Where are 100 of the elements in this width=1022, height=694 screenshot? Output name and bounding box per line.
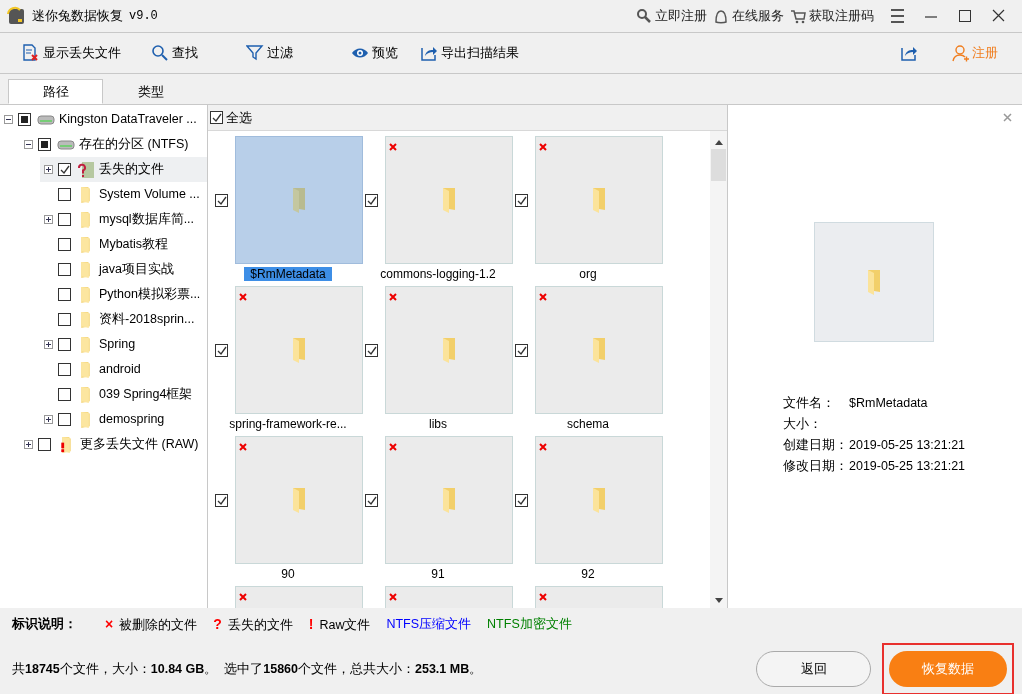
expand-icon[interactable] [44,165,53,174]
folder-icon [81,285,91,304]
checkbox[interactable] [58,238,71,251]
checkbox[interactable] [210,111,223,124]
scroll-up-icon[interactable] [714,139,723,145]
checkbox[interactable] [38,438,51,451]
checkbox[interactable] [215,493,228,507]
folder-icon [81,210,91,229]
checkbox[interactable] [215,343,228,357]
legend-label: NTFS压缩文件 [386,616,472,631]
folder-icon [590,337,608,363]
back-button[interactable]: 返回 [756,651,871,687]
checkbox[interactable] [515,343,528,357]
folder-icon [290,187,308,213]
expand-icon[interactable] [44,215,53,224]
tree-item-label[interactable]: 丢失的文件 [99,160,164,179]
checkbox[interactable] [365,493,378,507]
tree-item-label[interactable]: demospring [99,410,165,429]
tree-item-label[interactable]: 资料-2018sprin... [99,310,195,329]
tab[interactable]: 路径 [8,79,103,104]
folder-icon [81,310,91,329]
file-name: libs [428,417,448,431]
tree-item-label[interactable]: Python模拟彩票... [99,285,201,304]
toolbar-button[interactable]: 导出扫描结果 [416,41,523,65]
tree-item-label[interactable]: 更多丢失文件 (RAW) [80,435,199,454]
file-thumbnail[interactable] [235,136,363,264]
filter-icon [246,44,264,62]
tree-item-label[interactable]: android [99,360,141,379]
collapse-icon[interactable] [24,140,33,149]
chat-bubble-icon [713,8,729,24]
select-all-label[interactable]: 全选 [226,107,252,128]
file-thumbnail[interactable] [235,286,363,414]
folder-icon [290,487,308,513]
share-icon[interactable] [900,44,918,62]
folder-icon [81,410,91,429]
tree-item-label[interactable]: Kingston DataTraveler ... [59,110,197,129]
file-thumbnail[interactable] [535,436,663,564]
toolbar-button[interactable]: 显示丢失文件 [18,41,125,65]
checkbox[interactable] [58,188,71,201]
file-name: 90 [280,567,296,581]
tree-item-label[interactable]: Spring [99,335,136,354]
checkbox[interactable] [365,193,378,207]
checkbox[interactable] [58,363,71,376]
tree-item-label[interactable]: System Volume ... [99,185,200,204]
checkbox[interactable] [18,113,31,126]
title-link[interactable]: 获取注册码 [809,6,874,26]
file-name: commons-logging-1.2 [379,267,497,281]
scrollbar[interactable] [710,131,727,608]
title-link[interactable]: 在线服务 [732,6,784,26]
legend-mark: ? [213,615,222,632]
expand-icon[interactable] [24,440,33,449]
file-thumbnail[interactable] [535,136,663,264]
tree-item-label[interactable]: mysql数据库简... [99,210,195,229]
toolbar-button[interactable]: 查找 [147,41,202,65]
cart-icon [790,8,806,24]
toolbar-button[interactable]: 预览 [347,41,402,65]
folder-icon [81,385,91,404]
folder-icon [81,335,91,354]
folder-icon [81,260,91,279]
checkbox[interactable] [58,163,71,176]
legend-title: 标识说明： [12,615,77,633]
collapse-icon[interactable] [4,115,13,124]
checkbox[interactable] [58,338,71,351]
checkbox[interactable] [515,193,528,207]
scroll-down-icon[interactable] [714,598,723,604]
checkbox[interactable] [365,343,378,357]
expand-icon[interactable] [44,340,53,349]
checkbox[interactable] [38,138,51,151]
info-label: 文件名： [783,395,836,412]
version-label: v9.0 [129,8,158,25]
checkbox[interactable] [58,313,71,326]
scroll-thumb[interactable] [711,149,726,181]
tab[interactable]: 类型 [103,79,198,104]
file-thumbnail[interactable] [385,136,513,264]
file-thumbnail[interactable] [385,286,513,414]
toolbar-button[interactable]: 过滤 [242,41,297,65]
selected-row-highlight[interactable]: 丢失的文件 [40,157,207,182]
checkbox[interactable] [58,413,71,426]
info-label: 创建日期： [783,437,849,454]
tree-item-label[interactable]: 039 Spring4框架 [99,385,193,404]
tree-item-label[interactable]: Mybatis教程 [99,235,169,254]
tree-item-label[interactable]: java项目实战 [99,260,174,279]
checkbox[interactable] [58,388,71,401]
checkbox[interactable] [58,263,71,276]
expand-icon[interactable] [44,415,53,424]
checkbox[interactable] [515,493,528,507]
file-thumbnail[interactable] [235,436,363,564]
tree-item-label[interactable]: 存在的分区 (NTFS) [79,135,189,154]
file-thumbnail[interactable] [535,286,663,414]
folder-icon [81,185,91,204]
search-icon [151,44,169,62]
checkbox[interactable] [215,193,228,207]
folder-icon [440,187,458,213]
checkbox[interactable] [58,213,71,226]
title-link[interactable]: 立即注册 [655,6,707,26]
checkbox[interactable] [58,288,71,301]
file-name: spring-framework-re... [228,417,348,431]
info-value: 2019-05-25 13:21:21 [849,437,966,454]
file-thumbnail[interactable] [385,436,513,564]
legend-mark: × [105,615,114,632]
